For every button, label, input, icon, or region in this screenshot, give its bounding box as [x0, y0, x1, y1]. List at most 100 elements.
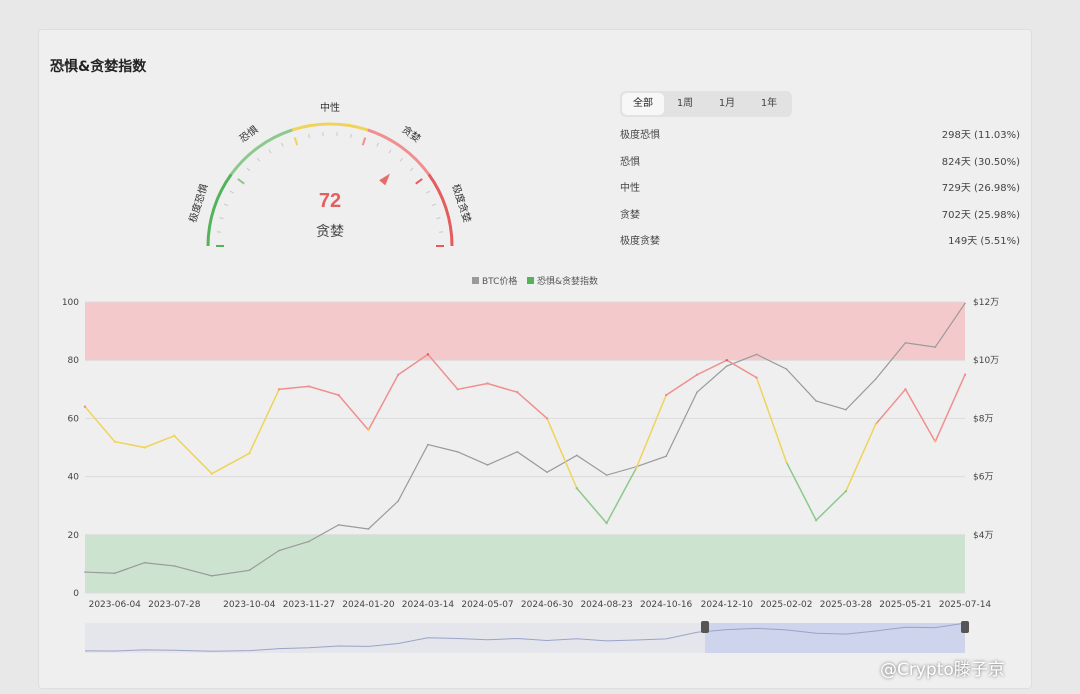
gauge-tick	[409, 167, 414, 172]
x-tick-label: 2024-05-07	[461, 600, 513, 610]
fear-greed-point	[904, 388, 907, 391]
gauge-zone-label: 贪婪	[399, 123, 423, 145]
fear-greed-point	[635, 466, 638, 470]
x-tick-label: 2024-12-10	[701, 600, 754, 610]
y-right-tick-label: $8万	[973, 414, 993, 424]
fear-greed-point	[785, 460, 788, 464]
x-tick-label: 2023-10-04	[223, 600, 276, 610]
fear-greed-segment	[845, 423, 877, 492]
legend-label[interactable]: 恐惧&贪婪指数	[537, 275, 598, 287]
chart-legend[interactable]: BTC价格 恐惧&贪婪指数	[472, 275, 598, 287]
stat-label: 贪婪	[620, 209, 640, 221]
fear-greed-chart: BTC价格 恐惧&贪婪指数 0 20 40 60 80 100 $4万 $6万 $8万 $10万 $…	[62, 275, 999, 653]
zone-band	[85, 534, 965, 593]
tab-all[interactable]: 全部	[622, 93, 664, 115]
gauge-tick	[229, 190, 234, 194]
btc-price-point	[486, 464, 489, 466]
fear-greed-segment	[785, 461, 817, 521]
x-tick-label: 2024-01-20	[342, 600, 395, 610]
x-tick-label: 2025-03-28	[820, 600, 873, 610]
gauge-arc-segment	[206, 173, 233, 247]
btc-price-point	[605, 474, 608, 476]
gauge-tick	[415, 178, 423, 185]
btc-price-point	[964, 302, 966, 305]
fear-greed-point	[307, 385, 311, 388]
fear-greed-point	[545, 417, 549, 420]
stat-row-greed: 贪婪 702天 (25.98%)	[620, 206, 1020, 233]
btc-price-point	[173, 565, 176, 567]
fear-greed-point	[874, 423, 877, 426]
btc-price-point	[874, 378, 877, 380]
legend-swatch[interactable]	[527, 277, 534, 284]
btc-price-point	[696, 391, 698, 394]
gauge-tick	[223, 203, 228, 206]
legend-swatch[interactable]	[472, 277, 479, 284]
fear-greed-point	[516, 391, 519, 394]
btc-price-point	[113, 572, 116, 575]
gauge-tick	[216, 231, 221, 233]
y-right-tick-label: $10万	[973, 356, 999, 366]
gauge-tick	[436, 217, 441, 220]
fear-greed-segment	[904, 388, 936, 443]
btc-price-point	[456, 451, 459, 453]
fear-greed-point	[575, 487, 579, 490]
stat-value: 149天 (5.51%)	[948, 236, 1020, 247]
gauge-zone-label: 中性	[320, 101, 340, 114]
gauge-tick	[237, 178, 245, 185]
fear-greed-point	[83, 405, 87, 408]
gauge-zone-label: 极度贪婪	[449, 182, 474, 224]
fear-greed-segment	[143, 435, 176, 449]
fear-greed-segment	[546, 417, 578, 489]
x-tick-label: 2023-11-27	[283, 600, 335, 610]
fear-greed-point	[486, 382, 489, 385]
x-tick-label: 2024-06-30	[521, 600, 574, 610]
gauge-tick	[350, 133, 352, 139]
x-tick-label: 2024-08-23	[580, 600, 632, 610]
btc-price-point	[516, 451, 519, 453]
gauge-tick	[308, 133, 310, 139]
gauge-tick	[293, 137, 299, 146]
fear-greed-point	[143, 446, 146, 449]
fear-greed-point	[934, 440, 937, 443]
fear-greed-segment	[278, 385, 310, 391]
gauge-tick	[246, 167, 251, 172]
gauge-tick	[256, 157, 261, 162]
tab-1w[interactable]: 1周	[664, 93, 706, 115]
gauge-state: 贪婪	[316, 224, 344, 240]
fear-greed-segment	[726, 359, 758, 379]
stat-value: 702天 (25.98%)	[941, 209, 1020, 221]
fear-greed-segment	[367, 374, 399, 431]
tab-1m[interactable]: 1月	[706, 93, 748, 115]
range-navigator[interactable]	[84, 621, 969, 653]
btc-price-point	[546, 471, 548, 474]
stat-label: 中性	[620, 183, 640, 194]
gauge-value: 72	[319, 190, 341, 212]
gauge-tick	[281, 142, 284, 147]
fear-greed-segment	[248, 388, 280, 455]
navigator-handle-left[interactable]	[701, 621, 709, 633]
legend-label[interactable]: BTC价格	[482, 275, 517, 287]
navigator-handle-right[interactable]	[961, 621, 969, 633]
fear-greed-segment	[696, 359, 728, 376]
fear-greed-gauge: 极度恐惧恐惧中性贪婪极度贪婪 72 贪婪	[186, 101, 474, 247]
stat-value: 298天 (11.03%)	[941, 130, 1020, 141]
zone-band	[85, 302, 965, 361]
fear-greed-point	[814, 519, 818, 522]
stat-value: 824天 (30.50%)	[941, 156, 1020, 168]
stat-row-neutral: 中性 729天 (26.98%)	[620, 179, 1020, 206]
btc-price-point	[726, 365, 728, 367]
fear-greed-segment	[874, 388, 907, 425]
tab-1y[interactable]: 1年	[748, 93, 790, 115]
y-left-tick-label: 80	[68, 356, 80, 366]
stat-row-extreme-greed: 极度贪婪 149天 (5.51%)	[620, 232, 1020, 259]
fear-greed-point	[277, 388, 281, 391]
btc-price-point	[308, 540, 310, 543]
btc-price-point	[367, 528, 370, 530]
fear-greed-segment	[456, 382, 489, 391]
gauge-tick	[268, 149, 272, 154]
x-tick-label: 2024-03-14	[402, 600, 455, 610]
gauge-tick	[376, 142, 379, 147]
fear-greed-point	[844, 489, 848, 493]
fear-greed-point	[426, 353, 430, 356]
gauge-tick	[388, 149, 392, 154]
